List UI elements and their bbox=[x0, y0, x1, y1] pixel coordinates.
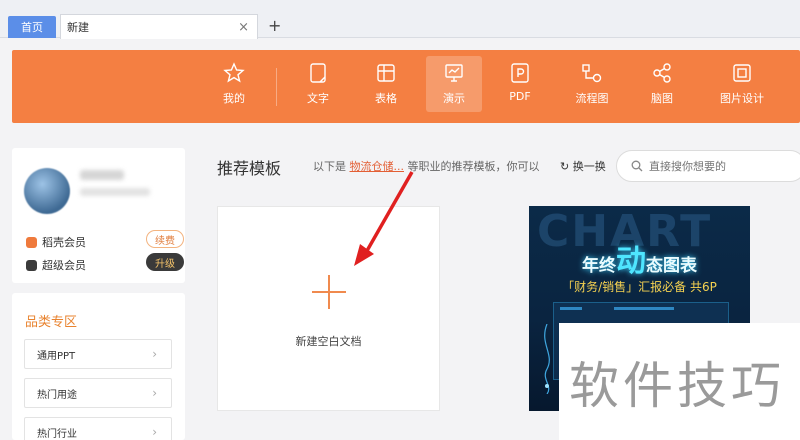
close-icon[interactable]: × bbox=[238, 20, 249, 35]
preview-bar bbox=[560, 307, 582, 310]
chevron-right-icon: › bbox=[152, 425, 157, 439]
template-subtitle: 「财务/销售」汇报必备 共6P bbox=[562, 280, 717, 294]
image-design-icon bbox=[733, 64, 751, 82]
docer-member: 稻壳会员 bbox=[26, 234, 86, 250]
chevron-right-icon: › bbox=[152, 347, 157, 361]
template-title: 年终动态图表 bbox=[529, 236, 750, 280]
tool-label: 表格 bbox=[375, 92, 397, 105]
tool-pdf[interactable]: PDF bbox=[492, 56, 548, 112]
tool-label: 流程图 bbox=[575, 92, 609, 105]
category-item[interactable]: 热门行业 › bbox=[24, 417, 172, 440]
search-box[interactable] bbox=[616, 150, 800, 182]
category-zone: 品类专区 通用PPT › 热门用途 › 热门行业 › bbox=[12, 293, 185, 440]
category-item-label: 通用PPT bbox=[37, 350, 76, 362]
tab-new[interactable]: 新建 × bbox=[60, 14, 258, 39]
tool-label: 文字 bbox=[307, 92, 329, 105]
spreadsheet-icon bbox=[377, 64, 395, 82]
search-icon bbox=[631, 160, 643, 172]
search-input[interactable] bbox=[649, 159, 799, 173]
plus-icon bbox=[312, 275, 346, 309]
tool-image-design[interactable]: 图片设计 bbox=[714, 56, 770, 112]
super-member-icon bbox=[26, 259, 37, 271]
flowchart-icon bbox=[582, 64, 602, 83]
tab-home[interactable]: 首页 bbox=[8, 16, 56, 38]
document-icon bbox=[310, 63, 326, 83]
category-item-label: 热门行业 bbox=[37, 428, 77, 440]
mindmap-icon bbox=[653, 63, 671, 83]
tab-new-label: 新建 bbox=[67, 21, 89, 34]
tab-bar: 首页 新建 × + bbox=[0, 0, 800, 39]
user-id-blurred bbox=[80, 188, 150, 196]
template-title-big: 动 bbox=[616, 244, 646, 279]
preview-bar bbox=[614, 307, 674, 310]
swap-button[interactable]: ↻ 换一换 bbox=[560, 158, 606, 174]
refresh-icon: ↻ bbox=[560, 160, 570, 173]
profile-card: 稻壳会员 续费 超级会员 升级 bbox=[12, 148, 185, 283]
new-blank-document-label: 新建空白文档 bbox=[295, 335, 362, 348]
tool-label: 图片设计 bbox=[720, 92, 764, 105]
recommend-suffix: 等职业的推荐模板，你可以 bbox=[407, 160, 540, 173]
tool-flowchart[interactable]: 流程图 bbox=[564, 56, 620, 112]
super-member-label: 超级会员 bbox=[42, 259, 86, 272]
swap-label: 换一换 bbox=[572, 160, 606, 173]
tool-label: 脑图 bbox=[651, 92, 673, 105]
category-title: 品类专区 bbox=[25, 315, 78, 330]
tool-writer[interactable]: 文字 bbox=[290, 56, 346, 112]
chevron-right-icon: › bbox=[152, 386, 157, 400]
template-title-suffix: 态图表 bbox=[646, 256, 697, 276]
star-icon bbox=[223, 62, 245, 83]
toolbar-divider bbox=[276, 68, 277, 106]
tool-presentation[interactable]: 演示 bbox=[426, 56, 482, 112]
tool-label: 我的 bbox=[223, 92, 245, 105]
recommend-prefix: 以下是 bbox=[313, 160, 346, 173]
page-title: 推荐模板 bbox=[217, 159, 282, 178]
tool-mindmap[interactable]: 脑图 bbox=[634, 56, 690, 112]
app-type-toolbar: 我的 文字 表格 演示 PDF 流程图 脑图 图片设计 bbox=[12, 50, 800, 123]
pdf-icon bbox=[511, 63, 529, 83]
tool-spreadsheet[interactable]: 表格 bbox=[358, 56, 414, 112]
annotation-arrow-icon bbox=[354, 171, 414, 266]
template-title-prefix: 年终 bbox=[582, 256, 616, 276]
avatar[interactable] bbox=[24, 168, 70, 214]
category-item[interactable]: 通用PPT › bbox=[24, 339, 172, 369]
add-tab-icon[interactable]: + bbox=[268, 16, 281, 35]
user-name-blurred bbox=[80, 170, 124, 180]
renew-button[interactable]: 续费 bbox=[146, 230, 184, 248]
category-item[interactable]: 热门用途 › bbox=[24, 378, 172, 408]
docer-member-icon bbox=[26, 236, 37, 248]
docer-member-label: 稻壳会员 bbox=[42, 236, 86, 249]
recommend-text: 以下是 物流仓储... 等职业的推荐模板，你可以 bbox=[313, 158, 540, 174]
tool-label: PDF bbox=[509, 90, 531, 103]
super-member: 超级会员 bbox=[26, 257, 86, 273]
waveform-icon bbox=[544, 324, 550, 394]
watermark: 软件技巧 bbox=[559, 323, 800, 440]
tool-label: 演示 bbox=[443, 92, 465, 105]
presentation-icon bbox=[445, 64, 463, 82]
category-item-label: 热门用途 bbox=[37, 389, 77, 401]
tool-my[interactable]: 我的 bbox=[206, 56, 262, 112]
upgrade-button[interactable]: 升级 bbox=[146, 253, 184, 271]
